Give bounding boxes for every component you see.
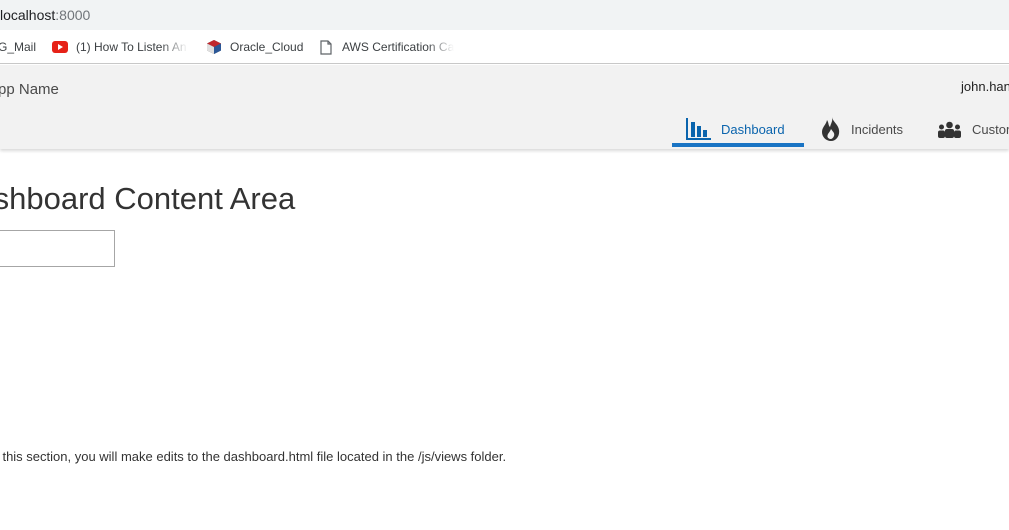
app-name: App Name xyxy=(0,81,59,98)
nav-tab-label: Customers xyxy=(972,121,1009,137)
url-port: :8000 xyxy=(55,7,91,23)
flame-icon xyxy=(821,117,841,141)
bar-chart-icon xyxy=(686,118,711,140)
nav-tab-dashboard[interactable]: Dashboard xyxy=(686,111,785,147)
nav-tab-label: Incidents xyxy=(851,121,904,137)
bookmark-gmail[interactable]: G_Mail xyxy=(0,38,38,56)
bookmark-label: AWS Certification Ca xyxy=(342,40,454,54)
bookmarks-bar: G_Mail (1) How To Listen An Oracle_Cloud… xyxy=(0,30,1009,64)
instructions-text: In this section, you will make edits to … xyxy=(0,449,507,464)
active-tab-indicator xyxy=(672,143,804,147)
bookmark-youtube[interactable]: (1) How To Listen An xyxy=(52,38,188,56)
oracle-cloud-icon xyxy=(206,39,222,55)
nav-tab-label: Dashboard xyxy=(721,121,785,137)
content-input[interactable] xyxy=(0,230,115,267)
bookmark-label: (1) How To Listen An xyxy=(76,40,187,54)
people-icon xyxy=(937,120,962,138)
bookmark-aws[interactable]: AWS Certification Ca xyxy=(318,38,454,56)
youtube-icon xyxy=(52,39,68,55)
nav-tab-customers[interactable]: Customers xyxy=(937,111,1009,147)
user-menu[interactable]: john.hancock@oracle.com xyxy=(961,79,1009,94)
url-host: localhost xyxy=(0,7,56,23)
app-header: App Name john.hancock@oracle.com Dashboa… xyxy=(0,65,1009,149)
page-title: Dashboard Content Area xyxy=(0,181,296,216)
browser-window: localhost:8000 G_Mail (1) How To Listen … xyxy=(0,0,1009,530)
nav-tab-incidents[interactable]: Incidents xyxy=(821,111,903,147)
bookmark-label: G_Mail xyxy=(0,40,37,54)
url-text[interactable]: localhost:8000 xyxy=(0,7,90,23)
bookmark-oracle-cloud[interactable]: Oracle_Cloud xyxy=(206,38,306,56)
page-icon xyxy=(318,39,334,55)
bookmark-label: Oracle_Cloud xyxy=(230,40,304,54)
address-bar[interactable]: localhost:8000 xyxy=(0,0,1009,30)
